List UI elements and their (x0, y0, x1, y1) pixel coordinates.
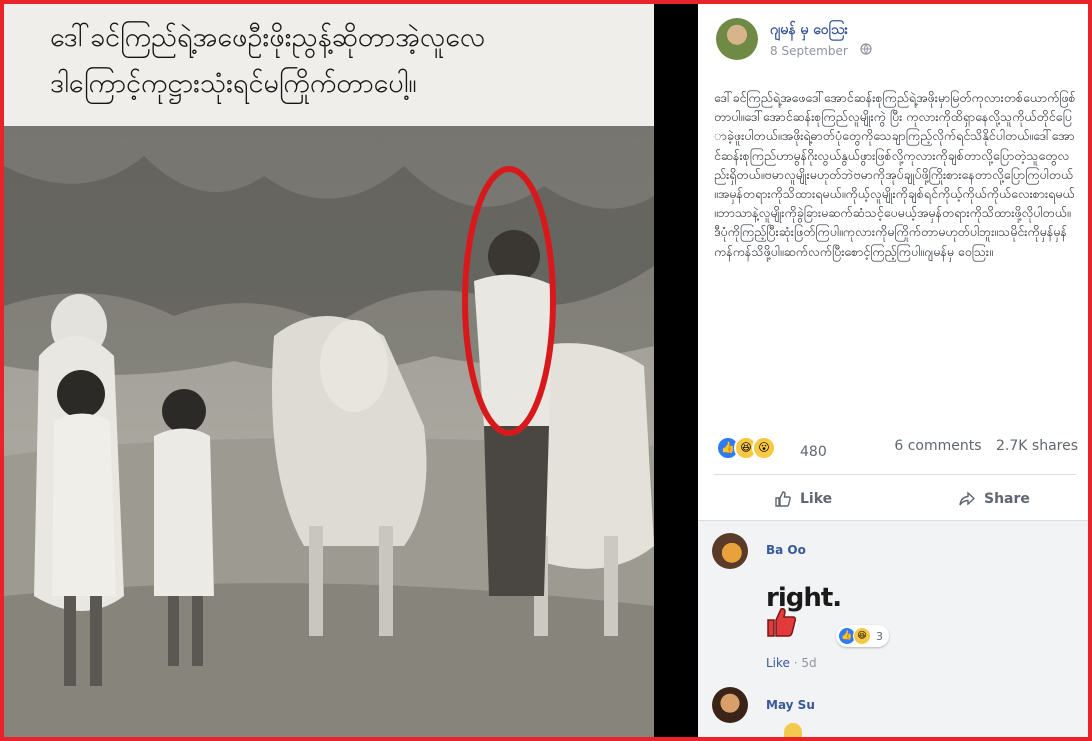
like-button-label: Like (800, 491, 833, 507)
comments-count[interactable]: 6 comments (894, 438, 981, 454)
haha-reaction-icon: 😆 (853, 627, 871, 645)
comment-author-name[interactable]: May Su (766, 698, 815, 712)
share-button-label: Share (984, 491, 1030, 507)
comment-reactions[interactable]: 👍 😆 3 (836, 625, 889, 647)
facebook-post-panel: ဂျမန် မှ ဝေသြး 8 September ဒေါ်ခင်ကြည်ရဲ… (698, 4, 1088, 737)
photo-caption-box: ဒေါ်ခင်ကြည်ရဲ့အဖေဦးဖိုးညွန့်ဆိုတာအဲ့လူလေ… (4, 4, 654, 126)
post-photo[interactable]: ဒေါ်ခင်ကြည်ရဲ့အဖေဦးဖိုးညွန့်ဆိုတာအဲ့လူလေ… (4, 4, 654, 737)
like-button[interactable]: Like (774, 484, 832, 514)
comment-meta: Like · 5d (766, 656, 817, 670)
shares-count[interactable]: 2.7K shares (996, 438, 1078, 454)
photo-panel-gap (654, 4, 696, 737)
comment-avatar[interactable] (712, 687, 748, 723)
post-body-text: ဒေါ်ခင်ကြည်ရဲ့အဖေဒေါ်အောင်ဆန်းစုကြည်ရဲ့အ… (714, 90, 1076, 259)
comment-sticker (784, 723, 802, 737)
wow-reaction-icon: 😮 (752, 436, 776, 460)
comment-sticker: right. (764, 579, 844, 641)
stats-divider (714, 474, 1076, 475)
comment-avatar[interactable] (712, 533, 748, 569)
post-stats: 6 comments 2.7K shares (884, 438, 1078, 454)
share-button[interactable]: Share (958, 484, 1030, 514)
post-author-name[interactable]: ဂျမန် မှ ဝေသြး (770, 20, 848, 41)
reaction-count[interactable]: 480 (800, 444, 827, 460)
comments-section: Ba Oo right. 👍 😆 3 Like · 5d May Su (698, 521, 1088, 737)
photo-caption-line-2: ဒါကြောင့်ကုဋ္ဌားသုံးရင်မကြိုက်တာပေါ့။ (50, 68, 417, 99)
globe-icon (860, 43, 872, 58)
comment-like-link[interactable]: Like (766, 656, 790, 670)
post-date[interactable]: 8 September (770, 44, 848, 58)
thumbs-up-sticker-icon (767, 608, 796, 637)
author-avatar[interactable] (716, 18, 758, 60)
thumbs-up-icon (775, 491, 791, 507)
photo-caption-line-1: ဒေါ်ခင်ကြည်ရဲ့အဖေဦးဖိုးညွန့်ဆိုတာအဲ့လူလေ (50, 22, 486, 53)
comment-reaction-count: 3 (876, 629, 883, 643)
comment-author-name[interactable]: Ba Oo (766, 543, 806, 557)
comment-time[interactable]: 5d (801, 656, 816, 670)
historical-photo-scene (4, 126, 654, 737)
share-arrow-icon (959, 491, 976, 506)
